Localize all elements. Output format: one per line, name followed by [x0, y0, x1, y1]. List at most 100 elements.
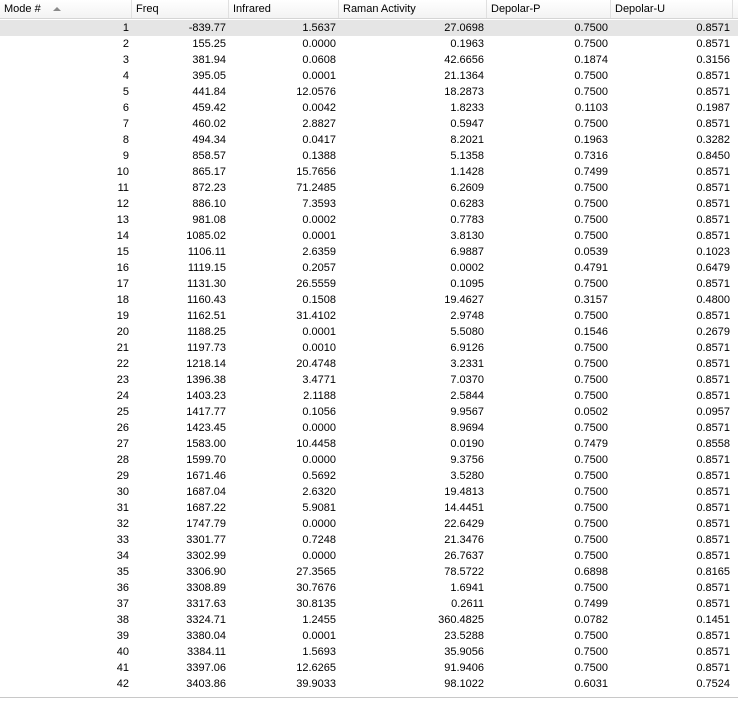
table-row[interactable]: 9 858.57 0.1388 5.1358 0.7316 0.8450 [0, 148, 738, 164]
column-header-label: Mode # [4, 3, 41, 15]
table-row[interactable]: 13 981.08 0.0002 0.7783 0.7500 0.8571 [0, 212, 738, 228]
cell-raman-activity: 1.1428 [450, 166, 484, 178]
table-row[interactable]: 14 1085.02 0.0001 3.8130 0.7500 0.8571 [0, 228, 738, 244]
table-row[interactable]: 5 441.84 12.0576 18.2873 0.7500 0.8571 [0, 84, 738, 100]
cell-mode: 29 [116, 470, 129, 482]
table-row[interactable]: 4 395.05 0.0001 21.1364 0.7500 0.8571 [0, 68, 738, 84]
cell-depolar-p: 0.0782 [574, 614, 608, 626]
cell-mode: 32 [116, 518, 129, 530]
table-row[interactable]: 36 3308.89 30.7676 1.6941 0.7500 0.8571 [0, 580, 738, 596]
table-row[interactable]: 22 1218.14 20.4748 3.2331 0.7500 0.8571 [0, 356, 738, 372]
cell-raman-activity: 27.0698 [444, 22, 484, 34]
cell-raman-activity: 23.5288 [444, 630, 484, 642]
table-row[interactable]: 24 1403.23 2.1188 2.5844 0.7500 0.8571 [0, 388, 738, 404]
cell-depolar-p: 0.7500 [574, 582, 608, 594]
column-header-freq[interactable]: Freq [132, 0, 229, 18]
column-header-infrared[interactable]: Infrared [229, 0, 339, 18]
table-row[interactable]: 29 1671.46 0.5692 3.5280 0.7500 0.8571 [0, 468, 738, 484]
cell-mode: 6 [122, 102, 129, 114]
cell-raman-activity: 9.3756 [450, 454, 484, 466]
cell-mode: 3 [122, 54, 129, 66]
cell-infrared: 3.4771 [302, 374, 336, 386]
table-row[interactable]: 33 3301.77 0.7248 21.3476 0.7500 0.8571 [0, 532, 738, 548]
table-row[interactable]: 20 1188.25 0.0001 5.5080 0.1546 0.2679 [0, 324, 738, 340]
table-row[interactable]: 3 381.94 0.0608 42.6656 0.1874 0.3156 [0, 52, 738, 68]
table-row[interactable]: 7 460.02 2.8827 0.5947 0.7500 0.8571 [0, 116, 738, 132]
table-row[interactable]: 19 1162.51 31.4102 2.9748 0.7500 0.8571 [0, 308, 738, 324]
cell-mode: 31 [116, 502, 129, 514]
table-row[interactable]: 11 872.23 71.2485 6.2609 0.7500 0.8571 [0, 180, 738, 196]
column-header-raman-activity[interactable]: Raman Activity [339, 0, 487, 18]
table-row[interactable]: 18 1160.43 0.1508 19.4627 0.3157 0.4800 [0, 292, 738, 308]
cell-infrared: 0.1508 [302, 294, 336, 306]
table-row[interactable]: 27 1583.00 10.4458 0.0190 0.7479 0.8558 [0, 436, 738, 452]
table-row[interactable]: 28 1599.70 0.0000 9.3756 0.7500 0.8571 [0, 452, 738, 468]
table-row[interactable]: 39 3380.04 0.0001 23.5288 0.7500 0.8571 [0, 628, 738, 644]
cell-freq: 1423.45 [186, 422, 226, 434]
column-header-mode[interactable]: Mode # [0, 0, 132, 18]
cell-mode: 39 [116, 630, 129, 642]
cell-raman-activity: 0.5947 [450, 118, 484, 130]
table-row[interactable]: 2 155.25 0.0000 0.1963 0.7500 0.8571 [0, 36, 738, 52]
table-row[interactable]: 10 865.17 15.7656 1.1428 0.7499 0.8571 [0, 164, 738, 180]
column-header-depolar-u[interactable]: Depolar-U [611, 0, 733, 18]
table-row[interactable]: 17 1131.30 26.5559 0.1095 0.7500 0.8571 [0, 276, 738, 292]
cell-mode: 38 [116, 614, 129, 626]
cell-freq: 395.05 [192, 70, 226, 82]
table-row[interactable]: 23 1396.38 3.4771 7.0370 0.7500 0.8571 [0, 372, 738, 388]
table-row[interactable]: 8 494.34 0.0417 8.2021 0.1963 0.3282 [0, 132, 738, 148]
cell-depolar-u: 0.8571 [696, 598, 730, 610]
table-row[interactable]: 30 1687.04 2.6320 19.4813 0.7500 0.8571 [0, 484, 738, 500]
cell-depolar-u: 0.8571 [696, 342, 730, 354]
cell-depolar-u: 0.8571 [696, 214, 730, 226]
table-row[interactable]: 15 1106.11 2.6359 6.9887 0.0539 0.1023 [0, 244, 738, 260]
column-header-depolar-p[interactable]: Depolar-P [487, 0, 611, 18]
table-row[interactable]: 1 -839.77 1.5637 27.0698 0.7500 0.8571 [0, 20, 738, 36]
table-row[interactable]: 21 1197.73 0.0010 6.9126 0.7500 0.8571 [0, 340, 738, 356]
table-row[interactable]: 37 3317.63 30.8135 0.2611 0.7499 0.8571 [0, 596, 738, 612]
table-row[interactable]: 41 3397.06 12.6265 91.9406 0.7500 0.8571 [0, 660, 738, 676]
cell-infrared: 12.6265 [296, 662, 336, 674]
cell-raman-activity: 0.0002 [450, 262, 484, 274]
table-row[interactable]: 26 1423.45 0.0000 8.9694 0.7500 0.8571 [0, 420, 738, 436]
cell-depolar-p: 0.7499 [574, 598, 608, 610]
cell-freq: 858.57 [192, 150, 226, 162]
cell-raman-activity: 22.6429 [444, 518, 484, 530]
cell-depolar-p: 0.3157 [574, 294, 608, 306]
table-row[interactable]: 25 1417.77 0.1056 9.9567 0.0502 0.0957 [0, 404, 738, 420]
cell-depolar-u: 0.8571 [696, 422, 730, 434]
cell-infrared: 0.0608 [302, 54, 336, 66]
table-row[interactable]: 32 1747.79 0.0000 22.6429 0.7500 0.8571 [0, 516, 738, 532]
cell-mode: 28 [116, 454, 129, 466]
cell-mode: 4 [122, 70, 129, 82]
cell-mode: 24 [116, 390, 129, 402]
table-row[interactable]: 16 1119.15 0.2057 0.0002 0.4791 0.6479 [0, 260, 738, 276]
cell-mode: 33 [116, 534, 129, 546]
cell-depolar-u: 0.8571 [696, 86, 730, 98]
cell-mode: 40 [116, 646, 129, 658]
table-row[interactable]: 35 3306.90 27.3565 78.5722 0.6898 0.8165 [0, 564, 738, 580]
cell-mode: 7 [122, 118, 129, 130]
table-row[interactable]: 12 886.10 7.3593 0.6283 0.7500 0.8571 [0, 196, 738, 212]
table-row[interactable]: 31 1687.22 5.9081 14.4451 0.7500 0.8571 [0, 500, 738, 516]
table-row[interactable]: 34 3302.99 0.0000 26.7637 0.7500 0.8571 [0, 548, 738, 564]
cell-freq: 3317.63 [186, 598, 226, 610]
cell-freq: 3306.90 [186, 566, 226, 578]
table-row[interactable]: 38 3324.71 1.2455 360.4825 0.0782 0.1451 [0, 612, 738, 628]
cell-infrared: 0.0001 [302, 326, 336, 338]
cell-freq: 1218.14 [186, 358, 226, 370]
table-row[interactable]: 6 459.42 0.0042 1.8233 0.1103 0.1987 [0, 100, 738, 116]
cell-depolar-p: 0.7500 [574, 358, 608, 370]
cell-freq: 3380.04 [186, 630, 226, 642]
cell-mode: 17 [116, 278, 129, 290]
cell-raman-activity: 35.9056 [444, 646, 484, 658]
cell-raman-activity: 1.6941 [450, 582, 484, 594]
cell-depolar-p: 0.4791 [574, 262, 608, 274]
table-row[interactable]: 42 3403.86 39.9033 98.1022 0.6031 0.7524 [0, 676, 738, 692]
cell-infrared: 0.0000 [302, 518, 336, 530]
cell-mode: 34 [116, 550, 129, 562]
cell-depolar-p: 0.7500 [574, 198, 608, 210]
cell-infrared: 1.5693 [302, 646, 336, 658]
table-row[interactable]: 40 3384.11 1.5693 35.9056 0.7500 0.8571 [0, 644, 738, 660]
cell-depolar-u: 0.8165 [696, 566, 730, 578]
